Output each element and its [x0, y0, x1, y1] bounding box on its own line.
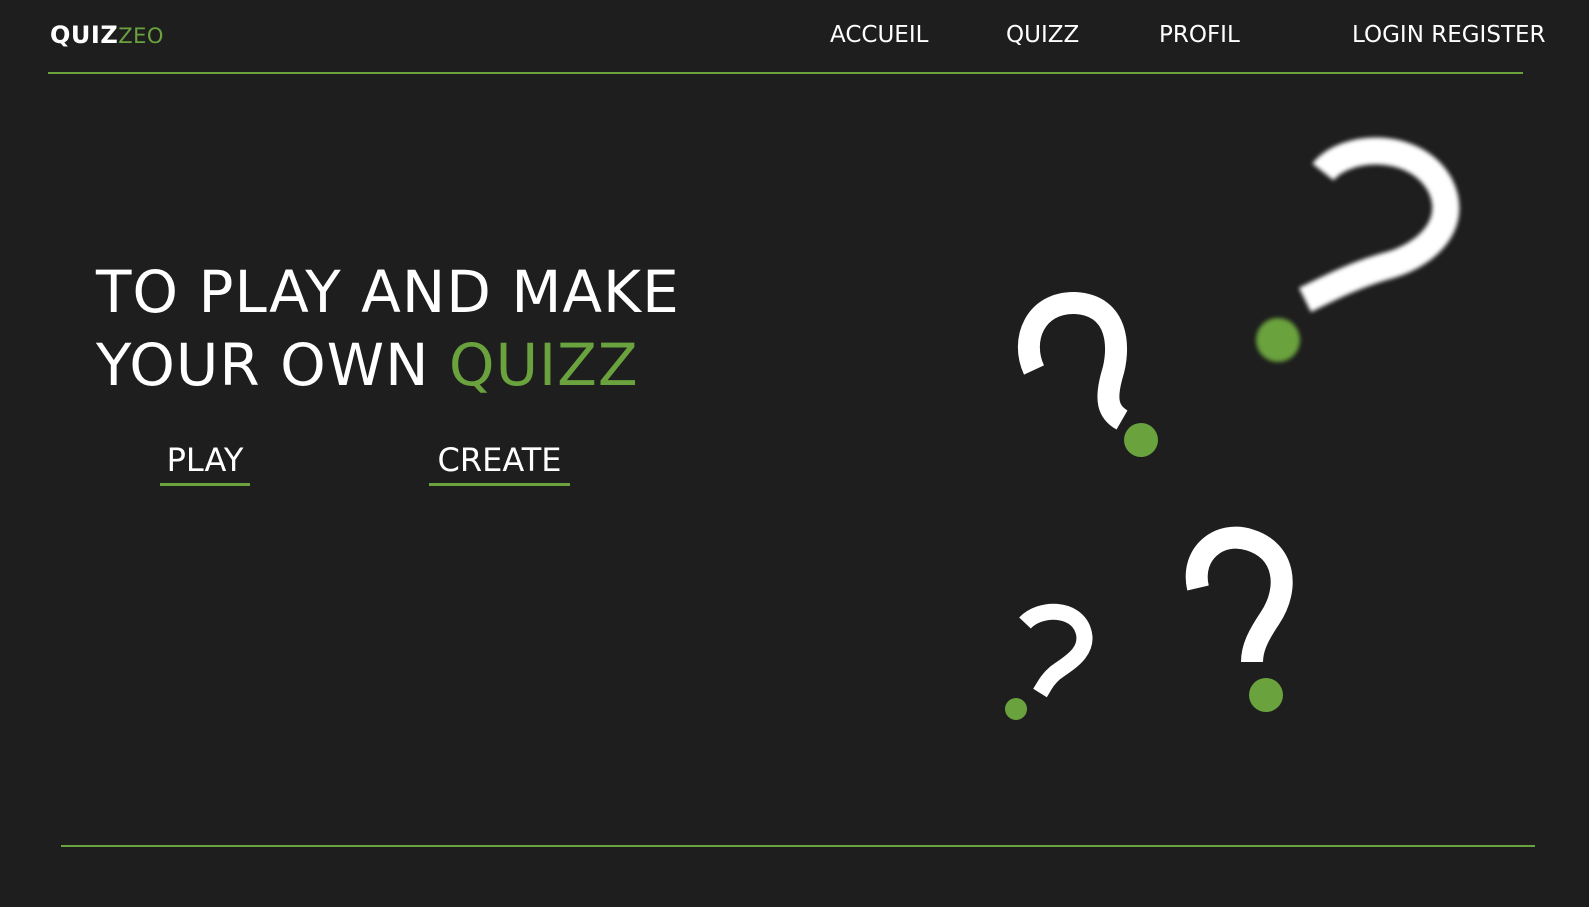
- logo[interactable]: QUIZZEO: [50, 20, 164, 51]
- hero-title-accent: QUIZZ: [448, 331, 639, 399]
- question-mark-icon: [1017, 290, 1170, 470]
- logo-accent-text: ZEO: [118, 24, 164, 48]
- hero-title-line1: TO PLAY AND MAKE: [96, 258, 680, 326]
- hero-title-line2-prefix: YOUR OWN: [96, 331, 449, 399]
- footer-divider: [61, 845, 1535, 847]
- nav-quizz[interactable]: QUIZZ: [1006, 20, 1079, 50]
- question-mark-icon: [1256, 137, 1475, 362]
- header-divider: [48, 72, 1523, 74]
- play-button[interactable]: PLAY: [160, 440, 250, 486]
- nav-profil[interactable]: PROFIL: [1159, 20, 1240, 50]
- create-button[interactable]: CREATE: [429, 440, 570, 486]
- question-mark-icon: [1185, 526, 1310, 728]
- question-mark-icon: [1005, 603, 1105, 735]
- logo-main-text: QUIZ: [50, 21, 119, 49]
- nav-login-register[interactable]: LOGIN REGISTER: [1352, 20, 1546, 50]
- nav-accueil[interactable]: ACCUEIL: [830, 20, 928, 50]
- landing-page: QUIZZEO ACCUEIL QUIZZ PROFIL LOGIN REGIS…: [0, 0, 1589, 907]
- hero-title: TO PLAY AND MAKE YOUR OWN QUIZZ: [96, 256, 680, 402]
